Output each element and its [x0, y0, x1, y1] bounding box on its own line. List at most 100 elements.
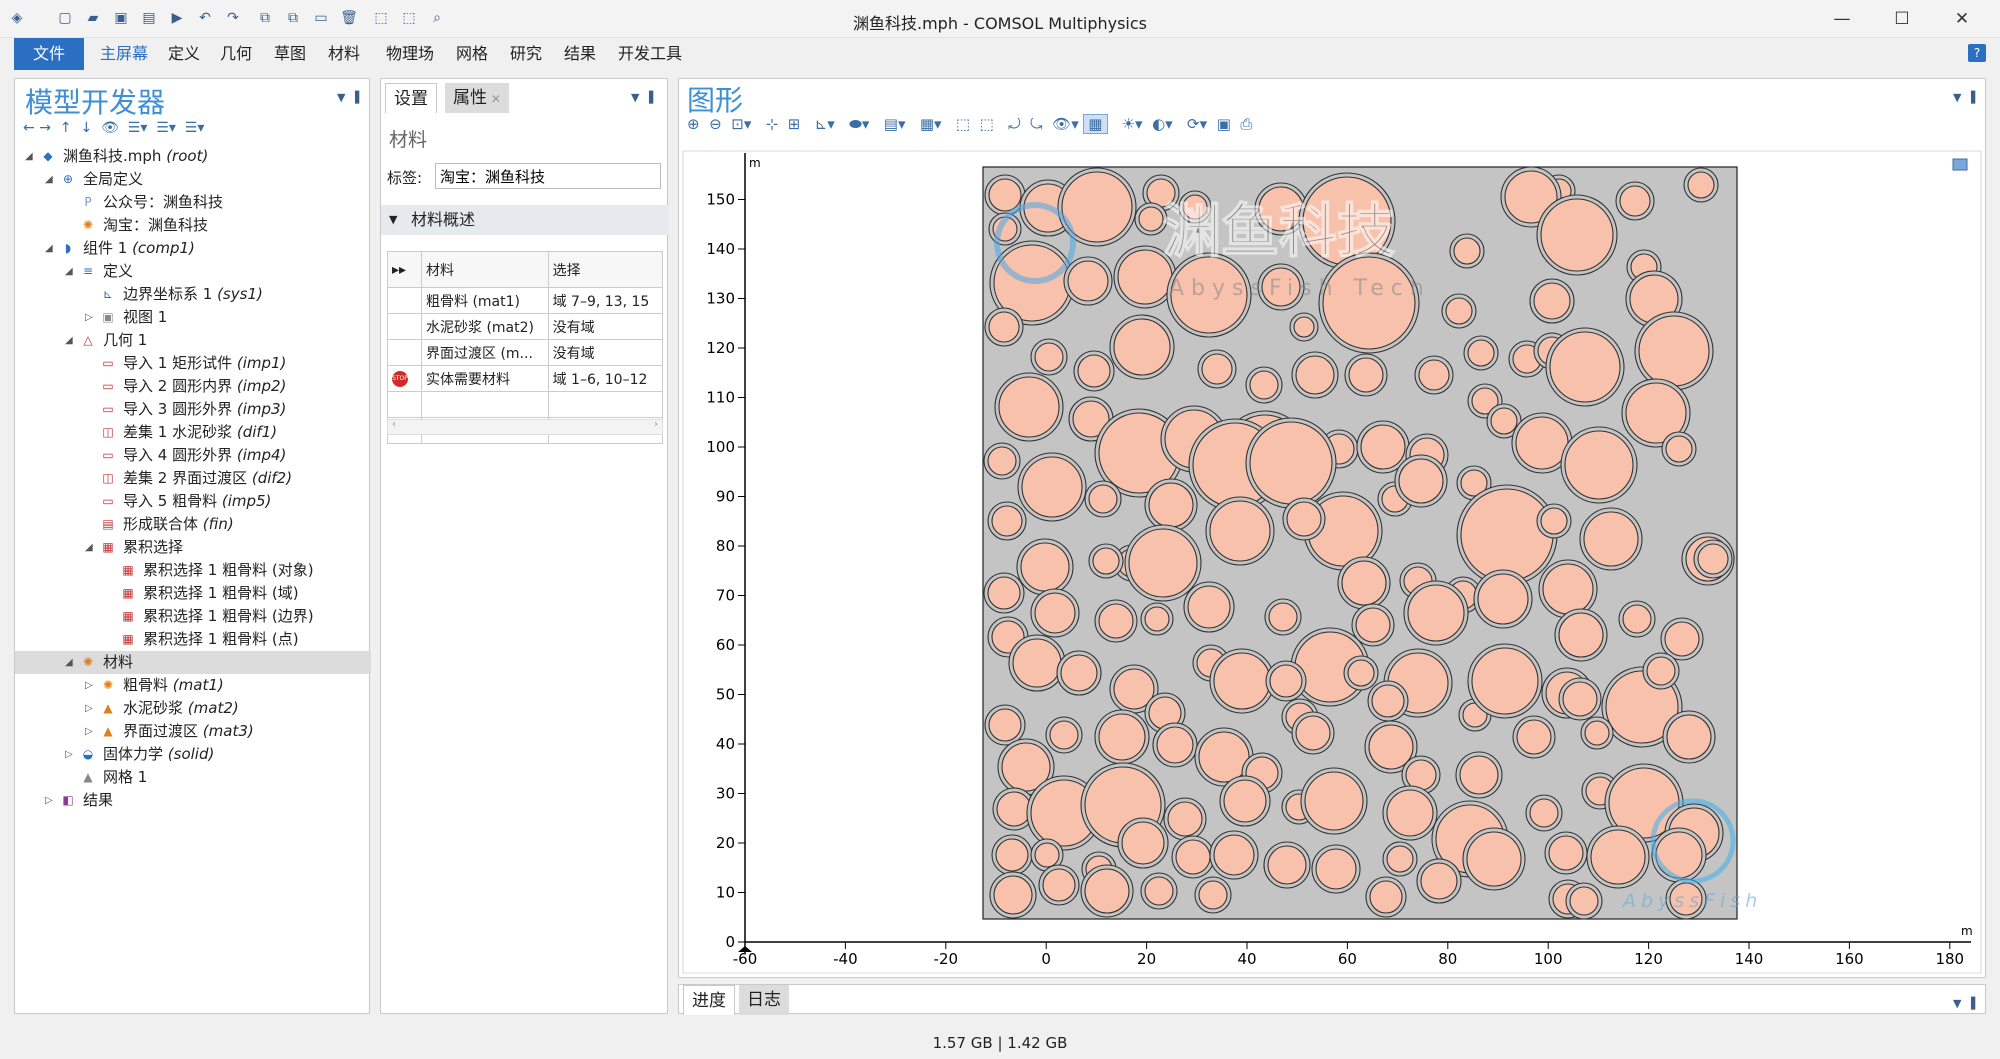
axis-orientation-icon[interactable]: ⊾▾	[805, 115, 835, 133]
tree-node[interactable]: ◢ ◗ 组件 1 (comp1)	[15, 237, 371, 260]
aggregate-circle[interactable]	[1213, 652, 1271, 710]
menu-physics[interactable]: 物理场	[380, 38, 440, 70]
horizontal-scrollbar[interactable]: ‹ ›	[387, 419, 663, 435]
aggregate-circle[interactable]	[1471, 647, 1539, 715]
tab-settings[interactable]: 设置	[385, 83, 437, 113]
aggregate-circle[interactable]	[1286, 501, 1322, 537]
aggregate-circle[interactable]	[1558, 612, 1604, 658]
aggregate-circle[interactable]	[1590, 829, 1646, 885]
table-row[interactable]: STOP 实体需要材料域 1–6, 10–12	[387, 365, 664, 392]
aggregate-circle[interactable]	[1322, 256, 1416, 350]
aggregate-circle[interactable]	[987, 576, 1021, 610]
aggregate-circle[interactable]	[996, 791, 1032, 827]
tab-progress[interactable]: 进度	[683, 985, 735, 1015]
menu-materials[interactable]: 材料	[322, 38, 366, 70]
zoom-selected-icon[interactable]: ⊞	[783, 115, 801, 133]
aggregate-circle[interactable]	[1121, 821, 1165, 865]
table-row[interactable]: 粗骨料 (mat1) 域 7–9, 13, 15	[387, 287, 664, 314]
aggregate-circle[interactable]	[1386, 789, 1434, 837]
aggregate-circle[interactable]	[1223, 779, 1267, 823]
hide-icon[interactable]: ⤾	[999, 115, 1021, 133]
aggregate-circle[interactable]	[1187, 585, 1231, 629]
aggregate-circle[interactable]	[1304, 771, 1364, 831]
aggregate-circle[interactable]	[1466, 831, 1522, 887]
collapse-toggle-icon[interactable]: ◢	[65, 329, 77, 352]
tab-properties[interactable]: 属性 ✕	[445, 83, 509, 113]
aggregate-circle[interactable]	[1549, 331, 1621, 403]
forward-icon[interactable]: →	[39, 120, 51, 136]
aggregate-circle[interactable]	[1077, 354, 1111, 388]
panel-menu-icon[interactable]: ▼	[1953, 997, 1961, 1010]
aggregate-circle[interactable]	[1198, 731, 1250, 783]
menu-home[interactable]: 主屏幕	[94, 38, 154, 70]
tree-node[interactable]: ◫ 差集 2 界面过渡区 (dif2)	[15, 467, 371, 490]
pin-icon[interactable]: ▌	[1971, 91, 1979, 104]
show-hide-icon[interactable]: ⤿	[1025, 115, 1043, 133]
tree-node[interactable]: P 公众号：渊鱼科技	[15, 191, 371, 214]
aggregate-circle[interactable]	[1515, 416, 1569, 470]
tree-node[interactable]: ◢ ▦ 累积选择	[15, 536, 371, 559]
aggregate-circle[interactable]	[1569, 886, 1599, 916]
tree-node[interactable]: ◢ ⊕ 全局定义	[15, 168, 371, 191]
menu-file[interactable]: 文件	[14, 38, 84, 70]
aggregate-circle[interactable]	[1516, 719, 1552, 755]
aggregate-circle[interactable]	[1148, 482, 1194, 528]
tree-node[interactable]: ▷ ▲ 水泥砂浆 (mat2)	[15, 697, 371, 720]
tree-node[interactable]: ✺ 淘宝：渊鱼科技	[15, 214, 371, 237]
aggregate-circle[interactable]	[1584, 720, 1610, 746]
tree-node[interactable]: ▤ 形成联合体 (fin)	[15, 513, 371, 536]
collapse-icon[interactable]: ☰▾	[152, 120, 176, 136]
aggregate-circle[interactable]	[1034, 592, 1076, 634]
collapse-toggle-icon[interactable]: ◢	[45, 237, 57, 260]
aggregate-circle[interactable]	[1144, 606, 1170, 632]
aggregate-circle[interactable]	[1167, 801, 1203, 837]
aggregate-circle[interactable]	[1542, 563, 1594, 615]
aggregate-circle[interactable]	[1360, 424, 1406, 470]
pin-icon[interactable]: ▌	[1971, 997, 1979, 1010]
aggregate-circle[interactable]	[987, 446, 1017, 476]
aggregate-circle[interactable]	[1249, 370, 1279, 400]
aggregate-circle[interactable]	[995, 838, 1029, 872]
tree-node[interactable]: ▷ ▲ 界面过渡区 (mat3)	[15, 720, 371, 743]
move-down-icon[interactable]: ↓	[76, 120, 92, 136]
aggregate-circle[interactable]	[1665, 435, 1693, 463]
aggregate-circle[interactable]	[1198, 880, 1228, 910]
aggregate-circle[interactable]	[1269, 664, 1303, 698]
select-domains-icon[interactable]: ▤▾	[874, 115, 906, 133]
panel-menu-icon[interactable]: ▼	[1953, 91, 1961, 104]
collapse-toggle-icon[interactable]: ◢	[25, 145, 37, 168]
menu-mesh[interactable]: 网格	[450, 38, 494, 70]
aggregate-circle[interactable]	[1034, 342, 1064, 372]
aggregate-circle[interactable]	[1562, 681, 1598, 717]
aggregate-circle[interactable]	[1453, 237, 1481, 265]
aggregate-circle[interactable]	[988, 708, 1022, 742]
aggregate-circle[interactable]	[1067, 260, 1109, 302]
scene-light-icon[interactable]: ☀▾	[1112, 115, 1143, 133]
table-corner[interactable]: ▸▸	[387, 251, 422, 288]
zoom-in-icon[interactable]: ⊕	[687, 115, 700, 133]
back-icon[interactable]: ←	[23, 120, 35, 136]
visibility-icon[interactable]: 👁▾	[1047, 115, 1079, 133]
aggregate-circle[interactable]	[1144, 876, 1174, 906]
tree-node[interactable]: ▷ ◧ 结果	[15, 789, 371, 812]
aggregate-circle[interactable]	[1622, 604, 1652, 634]
aggregate-circle[interactable]	[1666, 714, 1712, 760]
aggregate-circle[interactable]	[1138, 206, 1164, 232]
pin-icon[interactable]: ▌	[355, 91, 363, 104]
table-row[interactable]: 界面过渡区 (m... 没有域	[387, 339, 664, 366]
expand-toggle-icon[interactable]: ▷	[85, 697, 97, 720]
label-field[interactable]	[435, 163, 661, 189]
panel-menu-icon[interactable]: ▼	[337, 91, 345, 104]
collapse-toggle-icon[interactable]: ◢	[45, 168, 57, 191]
aggregate-circle[interactable]	[1088, 484, 1118, 514]
aggregate-circle[interactable]	[1021, 456, 1083, 518]
aggregate-circle[interactable]	[1619, 185, 1651, 217]
expand-toggle-icon[interactable]: ▷	[45, 789, 57, 812]
aggregate-circle[interactable]	[1533, 282, 1571, 320]
aggregate-circle[interactable]	[1113, 318, 1171, 376]
expand-toggle-icon[interactable]: ▷	[85, 720, 97, 743]
menu-definitions[interactable]: 定义	[162, 38, 206, 70]
reset-view-icon[interactable]: ⟳▾	[1178, 115, 1207, 133]
tree-node[interactable]: ▷ ✺ 粗骨料 (mat1)	[15, 674, 371, 697]
aggregate-circle[interactable]	[1267, 845, 1307, 885]
